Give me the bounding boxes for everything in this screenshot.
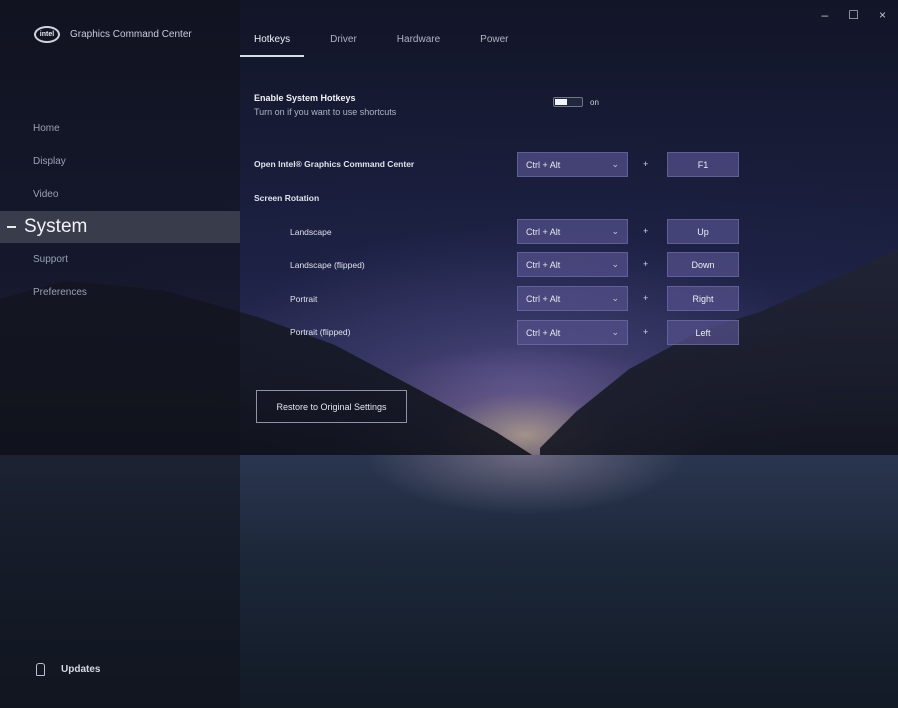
select-value: Ctrl + Alt	[526, 226, 561, 237]
maximize-button[interactable]: ☐	[848, 8, 859, 22]
active-indicator	[7, 226, 16, 228]
rotation-portrait-flipped-modifier-select[interactable]: Ctrl + Alt ⌄	[517, 320, 628, 345]
select-value: Ctrl + Alt	[526, 293, 561, 304]
chevron-down-icon: ⌄	[611, 259, 619, 269]
rotation-portrait-key-input[interactable]: Right	[667, 286, 739, 311]
app-title: Graphics Command Center	[70, 29, 192, 40]
sidebar-item-system[interactable]: System	[0, 211, 240, 243]
open-gcc-key-input[interactable]: F1	[667, 152, 739, 177]
tab-driver[interactable]: Driver	[330, 26, 357, 57]
chevron-down-icon: ⌄	[611, 226, 619, 236]
enable-hotkeys-title: Enable System Hotkeys	[254, 93, 356, 103]
sidebar-item-support[interactable]: Support	[0, 243, 240, 276]
enable-hotkeys-section: Enable System Hotkeys Turn on if you wan…	[254, 93, 396, 117]
rotation-portrait-label: Portrait	[290, 294, 318, 304]
tab-bar: Hotkeys Driver Hardware Power	[240, 26, 549, 57]
sidebar-item-label: Support	[33, 254, 69, 265]
sidebar-item-label: Display	[33, 156, 66, 167]
toggle-thumb	[555, 99, 567, 105]
sidebar-item-video[interactable]: Video	[0, 178, 240, 211]
enable-hotkeys-toggle[interactable]: on	[553, 97, 599, 107]
sidebar-item-label: Video	[33, 189, 59, 200]
tab-hardware[interactable]: Hardware	[397, 26, 440, 57]
sidebar-nav: Home Display Video System Support Prefer…	[0, 112, 240, 309]
toggle-track	[553, 97, 583, 107]
plus-sign: +	[643, 259, 649, 269]
bell-icon	[36, 663, 45, 676]
chevron-down-icon: ⌄	[611, 327, 619, 337]
updates-label: Updates	[61, 664, 101, 675]
sidebar-item-preferences[interactable]: Preferences	[0, 276, 240, 309]
rotation-landscape-key-input[interactable]: Up	[667, 219, 739, 244]
tab-power[interactable]: Power	[480, 26, 508, 57]
enable-hotkeys-subtitle: Turn on if you want to use shortcuts	[254, 107, 397, 117]
open-gcc-modifier-select[interactable]: Ctrl + Alt ⌄	[517, 152, 628, 177]
intel-logo-icon: intel	[34, 26, 60, 43]
toggle-state-label: on	[590, 97, 599, 107]
rotation-landscape-flipped-modifier-select[interactable]: Ctrl + Alt ⌄	[517, 252, 628, 277]
rotation-portrait-flipped-label: Portrait (flipped)	[290, 327, 351, 337]
rotation-landscape-label: Landscape	[290, 227, 332, 237]
plus-sign: +	[643, 293, 649, 303]
rotation-portrait-modifier-select[interactable]: Ctrl + Alt ⌄	[517, 286, 628, 311]
window-controls: – ☐ ×	[822, 8, 886, 22]
select-value: Ctrl + Alt	[526, 159, 561, 170]
brand: intel Graphics Command Center	[34, 26, 192, 43]
plus-sign: +	[643, 327, 649, 337]
rotation-landscape-modifier-select[interactable]: Ctrl + Alt ⌄	[517, 219, 628, 244]
chevron-down-icon: ⌄	[611, 293, 619, 303]
app-window: intel Graphics Command Center Home Displ…	[0, 0, 898, 708]
sidebar-item-home[interactable]: Home	[0, 112, 240, 145]
plus-sign: +	[643, 226, 649, 236]
select-value: Ctrl + Alt	[526, 259, 561, 270]
sidebar: intel Graphics Command Center Home Displ…	[0, 0, 240, 708]
sidebar-item-label: System	[24, 216, 88, 237]
plus-sign: +	[643, 159, 649, 169]
chevron-down-icon: ⌄	[611, 159, 619, 169]
sidebar-item-display[interactable]: Display	[0, 145, 240, 178]
sidebar-item-label: Home	[33, 123, 60, 134]
rotation-landscape-flipped-label: Landscape (flipped)	[290, 260, 365, 270]
restore-original-settings-button[interactable]: Restore to Original Settings	[256, 390, 407, 423]
rotation-portrait-flipped-key-input[interactable]: Left	[667, 320, 739, 345]
open-gcc-label: Open Intel® Graphics Command Center	[254, 159, 415, 169]
tab-hotkeys[interactable]: Hotkeys	[240, 26, 305, 57]
updates-button[interactable]: Updates	[36, 663, 100, 676]
sidebar-item-label: Preferences	[33, 287, 87, 298]
select-value: Ctrl + Alt	[526, 327, 561, 338]
close-button[interactable]: ×	[879, 8, 886, 22]
screen-rotation-label: Screen Rotation	[254, 193, 320, 203]
minimize-button[interactable]: –	[822, 8, 829, 22]
rotation-landscape-flipped-key-input[interactable]: Down	[667, 252, 739, 277]
